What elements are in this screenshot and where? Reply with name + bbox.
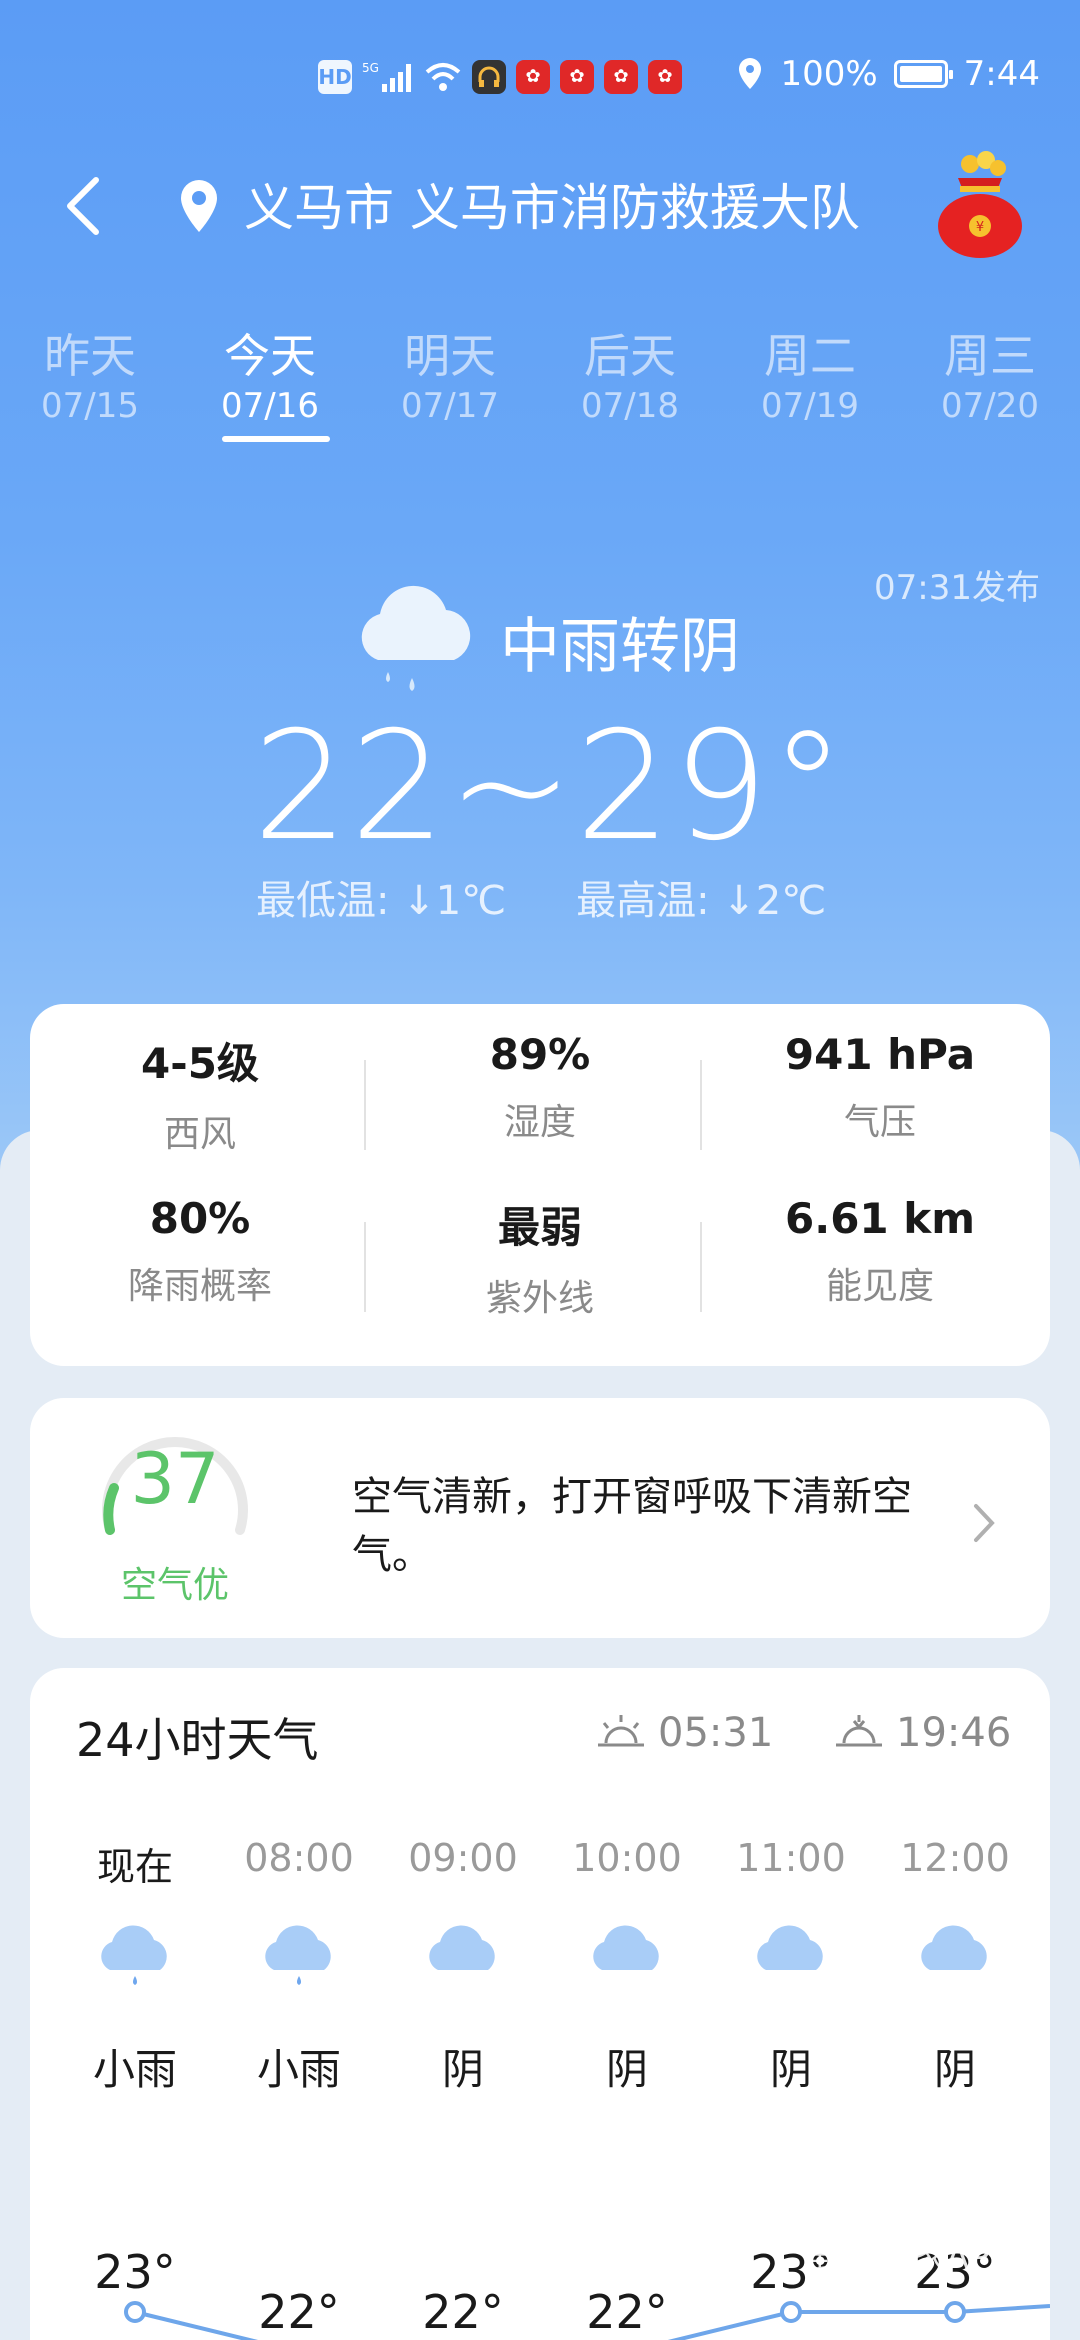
location-icon — [739, 58, 762, 89]
red-envelope-icon[interactable]: ¥ — [930, 150, 1030, 260]
divider — [700, 1222, 702, 1312]
aqi-value: 37 — [130, 1438, 220, 1520]
divider — [364, 1060, 366, 1150]
hour-temp: 23° — [94, 2245, 176, 2299]
rain-probability-cell: 80% 降雨概率 — [127, 1194, 272, 1307]
tab-tomorrow[interactable]: 明天 07/17 — [360, 320, 540, 426]
notification-app-icon: ✿ — [604, 60, 638, 94]
min-temp-change: 最低温: ↓1℃ — [256, 878, 507, 924]
cellular-signal-icon: 5G — [362, 60, 414, 94]
temperature-range: 22~29° — [252, 700, 848, 874]
temp-change-row: 最低温: ↓1℃ 最高温: ↓2℃ — [256, 868, 896, 926]
battery-icon — [893, 60, 953, 88]
back-arrow-icon[interactable] — [50, 166, 120, 246]
uv-index-cell: 最弱 紫外线 — [485, 1203, 594, 1319]
weather-details-card: 4-5级 西风 89% 湿度 941 hPa 气压 80% 降雨概率 最弱 紫外线 6.6… — [30, 1004, 1050, 1366]
hour-temp: 22° — [258, 2285, 340, 2339]
status-bar: HD 5G ✿ ✿ ✿ ✿ 100% 7:44 — [0, 50, 1080, 110]
notification-app-icon: ✿ — [516, 60, 550, 94]
max-temp-change: 最高温: ↓2℃ — [576, 878, 827, 924]
wind-cell: 4-5级 西风 — [141, 1039, 259, 1155]
weather-condition: 中雨转阴 — [500, 612, 740, 682]
active-tab-indicator — [222, 436, 330, 442]
location-pin-icon — [181, 180, 217, 232]
location-title[interactable]: 义马市 义马市消防救援大队 — [244, 168, 860, 240]
hd-icon: HD — [318, 60, 352, 94]
clock: 7:44 — [963, 54, 1040, 94]
wifi-icon — [424, 60, 462, 94]
status-icons-left: HD 5G ✿ ✿ ✿ ✿ — [318, 60, 682, 94]
pressure-cell: 941 hPa 气压 — [784, 1030, 976, 1143]
watermark: 野钓之家APP — [810, 2238, 1011, 2278]
network-type: 5G — [362, 61, 379, 75]
chevron-right-icon[interactable] — [968, 1498, 998, 1548]
status-icons-right: 100% 7:44 — [736, 54, 1040, 94]
divider — [364, 1222, 366, 1312]
temp-point — [780, 2301, 802, 2323]
air-quality-card[interactable]: 37 空气优 空气清新，打开窗呼吸下清新空气。 — [30, 1398, 1050, 1638]
aqi-level: 空气优 — [120, 1565, 229, 1606]
publish-time: 07:31发布 — [874, 568, 1040, 608]
divider — [700, 1060, 702, 1150]
temp-point — [124, 2301, 146, 2323]
app-header: 义马市 义马市消防救援大队 ¥ — [0, 150, 1080, 260]
battery-percent: 100% — [780, 54, 878, 94]
humidity-cell: 89% 湿度 — [489, 1030, 591, 1143]
tab-yesterday[interactable]: 昨天 07/15 — [0, 320, 180, 426]
day-tabs: 昨天 07/15 今天 07/16 明天 07/17 后天 07/18 周二 07/19 … — [0, 320, 1080, 450]
notification-app-icon: ✿ — [560, 60, 594, 94]
svg-text:¥: ¥ — [976, 220, 984, 235]
notification-app-icon: ✿ — [648, 60, 682, 94]
hour-temp: 22° — [586, 2285, 668, 2339]
temp-point — [944, 2301, 966, 2323]
rain-cloud-icon — [361, 585, 471, 691]
visibility-cell: 6.61 km 能见度 — [785, 1194, 975, 1307]
tab-day-after-tomorrow[interactable]: 后天 07/18 — [540, 320, 720, 426]
aqi-advice: 空气清新，打开窗呼吸下清新空气。 — [352, 1474, 912, 1578]
hour-temp: 22° — [422, 2285, 504, 2339]
headphones-icon — [472, 60, 506, 94]
tab-wednesday[interactable]: 周三 07/20 — [900, 320, 1080, 426]
tab-tuesday[interactable]: 周二 07/19 — [720, 320, 900, 426]
tab-today[interactable]: 今天 07/16 — [180, 320, 360, 426]
